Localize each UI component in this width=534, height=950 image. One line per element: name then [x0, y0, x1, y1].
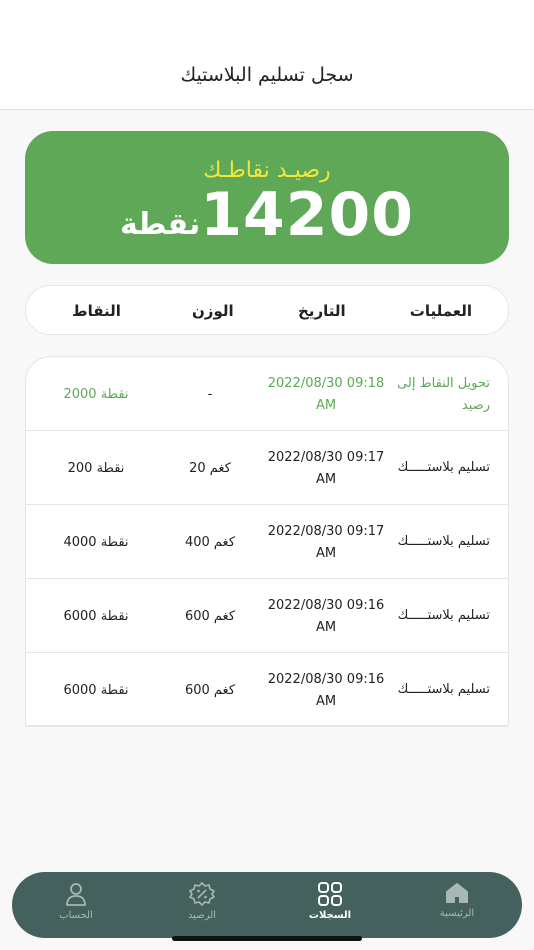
discount-badge-icon — [189, 882, 215, 906]
row-points: 2000 نقطة — [63, 387, 129, 402]
table-row[interactable]: تسليم بلاستـــــك 2022/08/30 09:17 AM 20… — [26, 431, 508, 505]
nav-item-home[interactable]: الرئيسية — [412, 878, 502, 932]
balance-unit: نقطة — [119, 207, 201, 242]
row-date: 2022/08/30 09:17 AM — [267, 524, 385, 561]
app-header: سجل تسليم البلاستيك — [0, 0, 534, 110]
row-weight: 400 كغم — [184, 535, 236, 550]
row-points: 4000 نقطة — [63, 535, 129, 550]
nav-label-home: الرئيسية — [439, 908, 475, 919]
grid-icon — [318, 882, 342, 906]
table-row[interactable]: تسليم بلاستـــــك 2022/08/30 09:17 AM 40… — [26, 505, 508, 579]
row-date: 2022/08/30 09:17 AM — [267, 450, 385, 487]
column-operations: العمليات — [409, 302, 472, 320]
row-date: 2022/08/30 09:16 AM — [267, 672, 385, 709]
records-table: تحويل النقاط إلى رصيد 2022/08/30 09:18 A… — [25, 356, 509, 727]
row-points: 6000 نقطة — [63, 609, 129, 624]
nav-item-balance[interactable]: الرصيد — [157, 878, 247, 932]
row-date: 2022/08/30 09:16 AM — [267, 598, 385, 635]
row-operation: تسليم بلاستـــــك — [397, 682, 490, 697]
row-points: 6000 نقطة — [63, 683, 129, 698]
row-operation: تحويل النقاط إلى رصيد — [397, 376, 490, 413]
page-title: سجل تسليم البلاستيك — [180, 64, 354, 86]
column-points: النقاط — [72, 302, 121, 320]
home-indicator — [172, 936, 362, 941]
balance-amount: نقطة 14200 — [0, 180, 534, 250]
row-operation: تسليم بلاستـــــك — [397, 608, 490, 623]
row-operation: تسليم بلاستـــــك — [397, 534, 490, 549]
row-weight: 20 كغم — [189, 461, 231, 476]
nav-item-records[interactable]: السجلات — [285, 878, 375, 932]
bottom-nav: الرئيسية السجلات الرصيد الحساب — [12, 872, 522, 938]
user-icon — [66, 883, 86, 906]
column-date: التاريخ — [298, 302, 346, 320]
table-row[interactable]: تسليم بلاستـــــك 2022/08/30 09:16 AM 60… — [26, 653, 508, 727]
row-weight: 600 كغم — [184, 683, 236, 698]
table-row[interactable]: تحويل النقاط إلى رصيد 2022/08/30 09:18 A… — [26, 357, 508, 431]
nav-label-records: السجلات — [308, 910, 352, 921]
row-weight: - — [207, 387, 213, 402]
balance-value: 14200 — [200, 180, 415, 250]
row-date: 2022/08/30 09:18 AM — [267, 376, 385, 413]
table-columns-header: العمليات التاريخ الوزن النقاط — [25, 285, 509, 335]
column-weight: الوزن — [192, 302, 234, 320]
nav-label-account: الحساب — [59, 910, 93, 921]
row-points: 200 نقطة — [67, 461, 125, 476]
nav-item-account[interactable]: الحساب — [31, 878, 121, 932]
row-weight: 600 كغم — [184, 609, 236, 624]
nav-label-balance: الرصيد — [187, 910, 217, 921]
table-row[interactable]: تسليم بلاستـــــك 2022/08/30 09:16 AM 60… — [26, 579, 508, 653]
row-operation: تسليم بلاستـــــك — [397, 460, 490, 475]
home-icon — [446, 883, 468, 903]
